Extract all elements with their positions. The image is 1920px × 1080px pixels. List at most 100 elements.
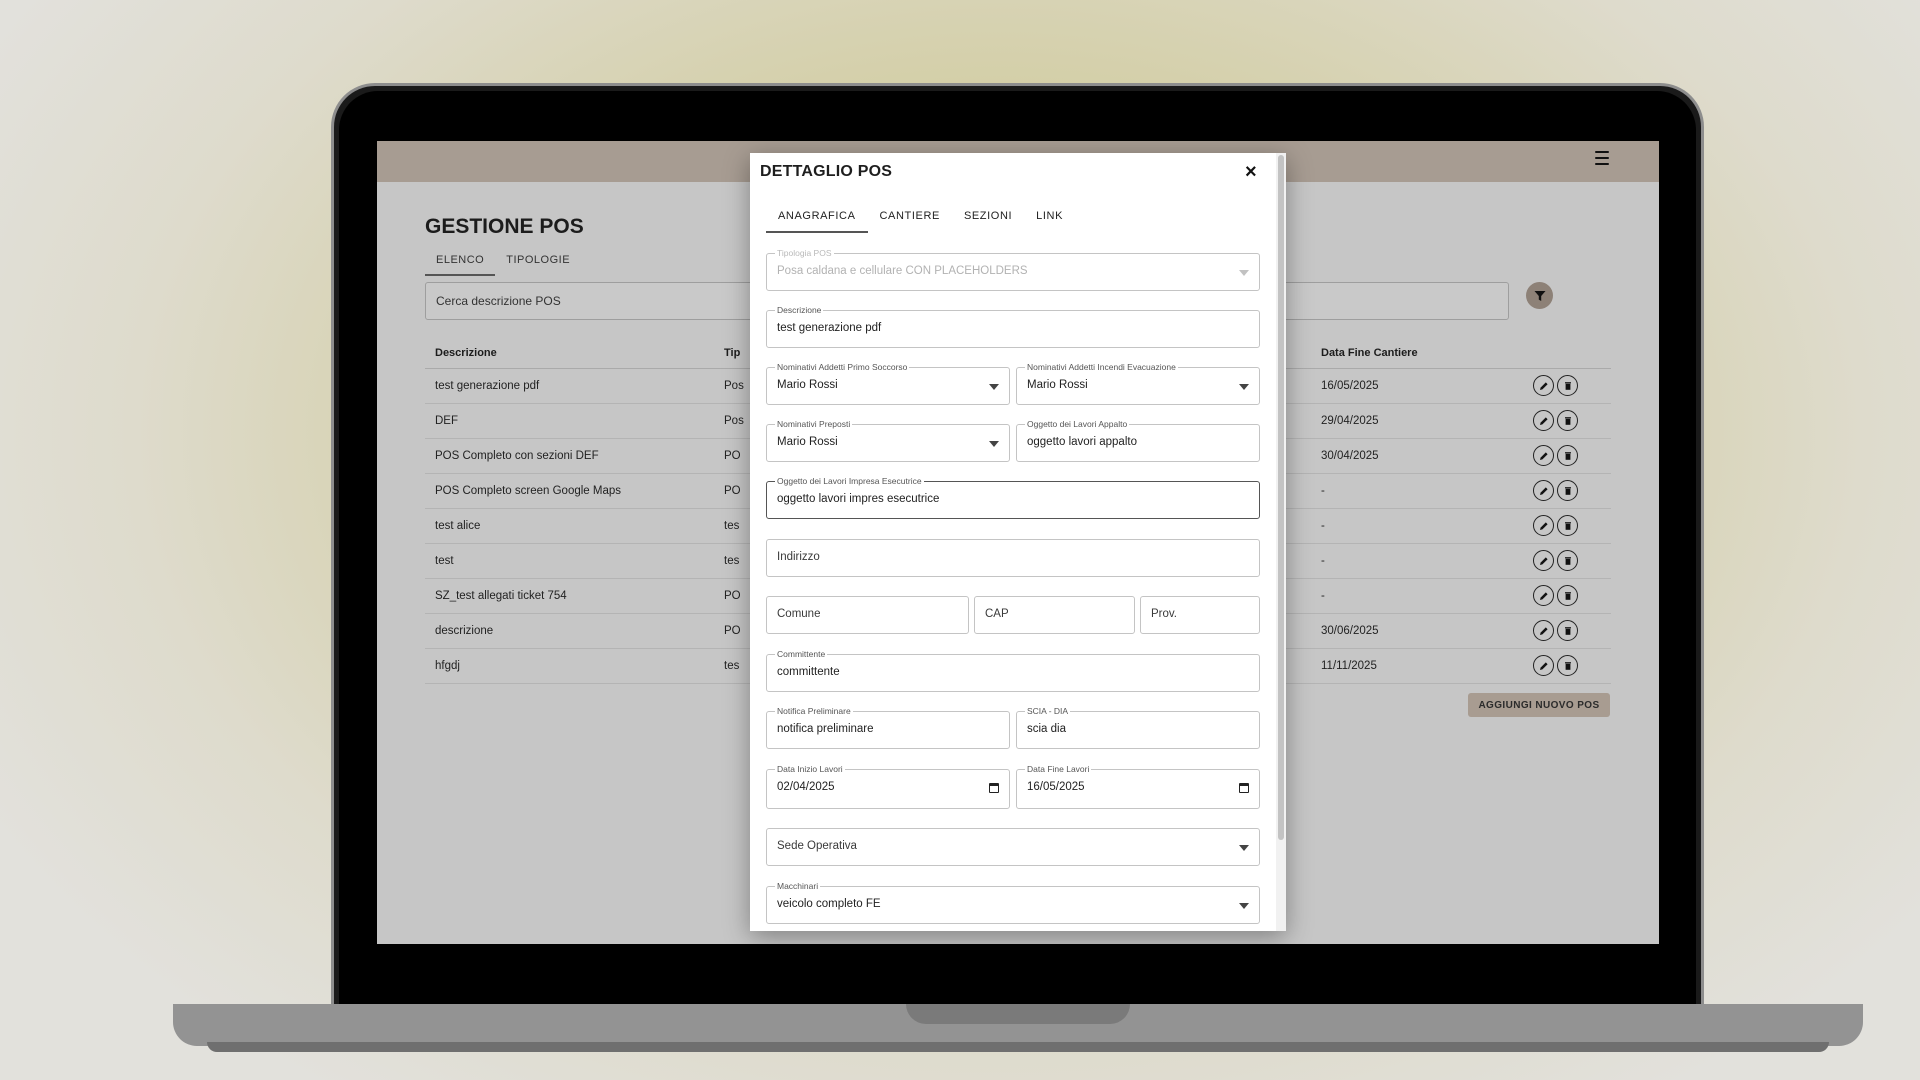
notifica-field[interactable]: Notifica Preliminare notifica preliminar… [766, 706, 1010, 749]
modal-tabs: ANAGRAFICA CANTIERE SEZIONI LINK [766, 210, 1075, 233]
descrizione-label: Descrizione [775, 305, 824, 315]
tipologia-value: Posa caldana e cellulare CON PLACEHOLDER… [777, 265, 1028, 277]
tab-anagrafica[interactable]: ANAGRAFICA [766, 210, 868, 233]
cell-data-fine: - [1321, 485, 1325, 497]
chevron-down-icon [1239, 903, 1249, 909]
oggetto-impresa-value: oggetto lavori impres esecutrice [777, 493, 940, 505]
chevron-down-icon [1239, 845, 1249, 851]
cell-tipologia: PO [724, 450, 741, 462]
sede-operativa-select[interactable]: Sede Operativa [766, 828, 1260, 866]
trash-icon[interactable] [1557, 550, 1578, 571]
cell-data-fine: 30/06/2025 [1321, 625, 1379, 637]
cell-data-fine: 29/04/2025 [1321, 415, 1379, 427]
oggetto-impresa-field[interactable]: Oggetto dei Lavori Impresa Esecutrice og… [766, 476, 1260, 519]
trash-icon[interactable] [1557, 445, 1578, 466]
incendi-select[interactable]: Nominativi Addetti Incendi Evacuazione M… [1016, 362, 1260, 405]
cell-descrizione: POS Completo con sezioni DEF [435, 450, 599, 462]
tab-cantiere[interactable]: CANTIERE [868, 210, 952, 233]
chevron-down-icon [1239, 384, 1249, 390]
cell-descrizione: SZ_test allegati ticket 754 [435, 590, 567, 602]
pencil-icon[interactable] [1533, 375, 1554, 396]
tab-link[interactable]: LINK [1024, 210, 1075, 233]
prov-field[interactable]: Prov. [1140, 596, 1260, 634]
chevron-down-icon [989, 441, 999, 447]
notifica-value: notifica preliminare [777, 723, 874, 735]
pencil-icon[interactable] [1533, 410, 1554, 431]
pencil-icon[interactable] [1533, 620, 1554, 641]
primo-soccorso-label: Nominativi Addetti Primo Soccorso [775, 362, 910, 372]
pencil-icon[interactable] [1533, 480, 1554, 501]
trash-icon[interactable] [1557, 585, 1578, 606]
hamburger-icon[interactable] [1595, 151, 1609, 165]
data-inizio-label: Data Inizio Lavori [775, 764, 845, 774]
pencil-icon[interactable] [1533, 585, 1554, 606]
trash-icon[interactable] [1557, 410, 1578, 431]
tab-sezioni[interactable]: SEZIONI [952, 210, 1024, 233]
cell-data-fine: - [1321, 555, 1325, 567]
chevron-down-icon [989, 384, 999, 390]
trash-icon[interactable] [1557, 620, 1578, 641]
close-icon[interactable]: × [1245, 162, 1257, 182]
oggetto-appalto-value: oggetto lavori appalto [1027, 436, 1137, 448]
comune-placeholder: Comune [777, 608, 821, 620]
preposti-select[interactable]: Nominativi Preposti Mario Rossi [766, 419, 1010, 462]
cell-descrizione: test generazione pdf [435, 380, 540, 392]
cap-field[interactable]: CAP [974, 596, 1135, 634]
indirizzo-field[interactable]: Indirizzo [766, 539, 1260, 577]
descrizione-field[interactable]: Descrizione test generazione pdf [766, 305, 1260, 348]
pencil-icon[interactable] [1533, 550, 1554, 571]
pencil-icon[interactable] [1533, 655, 1554, 676]
trash-icon[interactable] [1557, 480, 1578, 501]
add-pos-button[interactable]: AGGIUNGI NUOVO POS [1468, 693, 1610, 717]
descrizione-value: test generazione pdf [777, 322, 882, 334]
pencil-icon[interactable] [1533, 445, 1554, 466]
scia-value: scia dia [1027, 723, 1066, 735]
oggetto-appalto-label: Oggetto dei Lavori Appalto [1025, 419, 1130, 429]
trash-icon[interactable] [1557, 515, 1578, 536]
calendar-icon[interactable] [1239, 783, 1249, 793]
header-data-fine[interactable]: Data Fine Cantiere [1321, 347, 1418, 359]
cell-tipologia: Pos [724, 415, 744, 427]
cell-tipologia: PO [724, 625, 741, 637]
macchinari-label: Macchinari [775, 881, 821, 891]
committente-label: Committente [775, 649, 828, 659]
trash-icon[interactable] [1557, 375, 1578, 396]
pencil-icon[interactable] [1533, 515, 1554, 536]
macchinari-select[interactable]: Macchinari veicolo completo FE [766, 881, 1260, 924]
prov-placeholder: Prov. [1151, 608, 1177, 620]
header-tipologia[interactable]: Tip [724, 347, 740, 359]
comune-field[interactable]: Comune [766, 596, 969, 634]
row-actions [1533, 655, 1578, 676]
page-tabs: ELENCO TIPOLOGIE [425, 254, 581, 276]
tipologia-select: Tipologia POS Posa caldana e cellulare C… [766, 248, 1260, 291]
committente-value: committente [777, 666, 840, 678]
cell-tipologia: tes [724, 555, 740, 567]
data-inizio-field[interactable]: Data Inizio Lavori 02/04/2025 [766, 764, 1010, 809]
modal-title: DETTAGLIO POS [760, 163, 893, 180]
committente-field[interactable]: Committente committente [766, 649, 1260, 692]
preposti-value: Mario Rossi [777, 436, 838, 448]
cell-data-fine: - [1321, 590, 1325, 602]
data-inizio-value: 02/04/2025 [777, 781, 835, 793]
sede-operativa-placeholder: Sede Operativa [777, 840, 857, 852]
modal-scrollbar-thumb[interactable] [1278, 155, 1284, 840]
cell-descrizione: hfgdj [435, 660, 460, 672]
preposti-label: Nominativi Preposti [775, 419, 853, 429]
scia-field[interactable]: SCIA - DIA scia dia [1016, 706, 1260, 749]
tipologia-label: Tipologia POS [775, 248, 834, 258]
row-actions [1533, 550, 1578, 571]
incendi-label: Nominativi Addetti Incendi Evacuazione [1025, 362, 1178, 372]
tab-tipologie[interactable]: TIPOLOGIE [495, 254, 581, 276]
trash-icon[interactable] [1557, 655, 1578, 676]
data-fine-field[interactable]: Data Fine Lavori 16/05/2025 [1016, 764, 1260, 809]
tab-elenco[interactable]: ELENCO [425, 254, 496, 276]
scia-label: SCIA - DIA [1025, 706, 1071, 716]
primo-soccorso-select[interactable]: Nominativi Addetti Primo Soccorso Mario … [766, 362, 1010, 405]
cell-data-fine: 30/04/2025 [1321, 450, 1379, 462]
indirizzo-placeholder: Indirizzo [777, 551, 820, 563]
oggetto-appalto-field[interactable]: Oggetto dei Lavori Appalto oggetto lavor… [1016, 419, 1260, 462]
calendar-icon[interactable] [989, 783, 999, 793]
cap-placeholder: CAP [985, 608, 1009, 620]
filter-button[interactable] [1526, 282, 1553, 309]
header-descrizione[interactable]: Descrizione [435, 347, 497, 359]
